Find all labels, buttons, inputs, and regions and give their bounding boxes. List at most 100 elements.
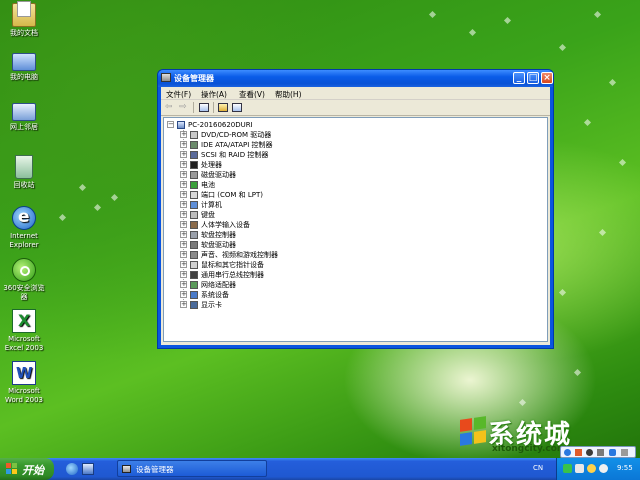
- show-desktop-icon[interactable]: [82, 463, 94, 475]
- computer-icon: [12, 53, 36, 71]
- toolbar-separator: [213, 102, 214, 113]
- network-icon[interactable]: [575, 464, 584, 473]
- expand-icon[interactable]: +: [180, 161, 187, 168]
- tree-item-label: 鼠标和其它指针设备: [201, 261, 264, 269]
- language-indicator[interactable]: CN: [533, 464, 543, 472]
- desktop-icon-network[interactable]: 网上邻居: [2, 103, 46, 132]
- start-button[interactable]: 开始: [0, 458, 54, 480]
- windows-flag-icon: [460, 416, 486, 446]
- excel-icon: [12, 309, 36, 333]
- maximize-button[interactable]: □: [527, 72, 539, 84]
- options-icon[interactable]: [621, 449, 628, 456]
- tree-item-label: 键盘: [201, 211, 215, 219]
- system-tray: 9:55: [556, 458, 640, 480]
- tree-item-label: 软盘控制器: [201, 231, 236, 239]
- properties-icon[interactable]: [232, 103, 242, 112]
- tree-item-label: IDE ATA/ATAPI 控制器: [201, 141, 273, 149]
- scsi-controller-icon: [190, 151, 198, 159]
- tree-item-label: 系统设备: [201, 291, 229, 299]
- desktop-icon-my-documents[interactable]: 我的文档: [2, 1, 46, 38]
- word-icon: [12, 361, 36, 385]
- expand-icon[interactable]: +: [180, 141, 187, 148]
- hid-icon: [190, 221, 198, 229]
- desktop-icon-recycle-bin[interactable]: 回收站: [2, 155, 46, 190]
- punctuation-icon[interactable]: [586, 449, 593, 456]
- port-icon: [190, 191, 198, 199]
- desktop-icon-excel[interactable]: Microsoft Excel 2003: [2, 309, 46, 353]
- collapse-icon[interactable]: −: [167, 121, 174, 128]
- close-button[interactable]: ×: [541, 72, 553, 84]
- start-label: 开始: [22, 464, 44, 477]
- expand-icon[interactable]: +: [180, 201, 187, 208]
- back-arrow-icon[interactable]: ⇦: [165, 103, 175, 112]
- desktop-icon-label: 我的文档: [10, 29, 38, 37]
- input-method-icon[interactable]: [564, 449, 571, 456]
- quick-launch-ie-icon[interactable]: [66, 463, 78, 475]
- expand-icon[interactable]: +: [180, 171, 187, 178]
- desktop-icon-label: 我的电脑: [10, 73, 38, 81]
- window-client-area: 文件(F) 操作(A) 查看(V) 帮助(H) ⇦ ⇨ − PC-2016062…: [161, 87, 550, 345]
- tree-item-label: 计算机: [201, 201, 222, 209]
- minimize-button[interactable]: _: [513, 72, 525, 84]
- expand-icon[interactable]: +: [180, 131, 187, 138]
- desktop-icon-360-browser[interactable]: 360安全浏览 器: [2, 258, 46, 302]
- desktop-icon-word[interactable]: Microsoft Word 2003: [2, 361, 46, 405]
- desktop-icon-label: 回收站: [13, 181, 35, 189]
- expand-icon[interactable]: +: [180, 251, 187, 258]
- desktop-icon-label: Internet Explorer: [9, 232, 39, 249]
- expand-icon[interactable]: +: [180, 191, 187, 198]
- show-hide-console-tree-icon[interactable]: [199, 103, 209, 112]
- forward-arrow-icon[interactable]: ⇨: [179, 103, 189, 112]
- clock[interactable]: 9:55: [617, 464, 633, 472]
- keyboard-icon[interactable]: [597, 449, 604, 456]
- taskbar-button-device-manager[interactable]: 设备管理器: [117, 460, 267, 477]
- mouse-icon: [190, 261, 198, 269]
- expand-icon[interactable]: +: [180, 281, 187, 288]
- internet-explorer-icon: [12, 206, 36, 230]
- floppy-drive-icon: [190, 241, 198, 249]
- 360-browser-icon: [12, 258, 36, 282]
- expand-icon[interactable]: +: [180, 151, 187, 158]
- sound-icon: [190, 251, 198, 259]
- volume-icon[interactable]: [587, 464, 596, 473]
- help-icon[interactable]: [609, 449, 616, 456]
- tree-item-label: 磁盘驱动器: [201, 171, 236, 179]
- expand-icon[interactable]: +: [180, 271, 187, 278]
- expand-icon[interactable]: +: [180, 241, 187, 248]
- menu-bar: 文件(F) 操作(A) 查看(V) 帮助(H): [161, 87, 550, 100]
- expand-icon[interactable]: +: [180, 261, 187, 268]
- chinese-mode-icon[interactable]: [575, 449, 582, 456]
- menu-view[interactable]: 查看(V): [239, 89, 265, 100]
- menu-help[interactable]: 帮助(H): [275, 89, 302, 100]
- system-device-icon: [190, 291, 198, 299]
- shield-icon[interactable]: [599, 464, 608, 473]
- keyboard-icon: [190, 211, 198, 219]
- title-bar[interactable]: 设备管理器 _ □ ×: [158, 70, 553, 87]
- tree-root-label: PC-20160620DURI: [188, 121, 253, 129]
- device-tree: − PC-20160620DURI + DVD/CD-ROM 驱动器 + IDE AT…: [163, 117, 548, 342]
- security-icon[interactable]: [563, 464, 572, 473]
- expand-icon[interactable]: +: [180, 231, 187, 238]
- desktop-icon-label: Microsoft Excel 2003: [4, 335, 44, 352]
- dvd-drive-icon: [190, 131, 198, 139]
- tree-item-label: DVD/CD-ROM 驱动器: [201, 131, 272, 139]
- help-icon[interactable]: [218, 103, 228, 112]
- tree-item-label: SCSI 和 RAID 控制器: [201, 151, 269, 159]
- folder-icon: [12, 1, 36, 27]
- expand-icon[interactable]: +: [180, 221, 187, 228]
- language-bar[interactable]: [560, 446, 636, 458]
- menu-file[interactable]: 文件(F): [166, 89, 191, 100]
- desktop-icon-my-computer[interactable]: 我的电脑: [2, 53, 46, 82]
- tree-item-label: 人体学输入设备: [201, 221, 250, 229]
- desktop-icon-label: Microsoft Word 2003: [4, 387, 44, 404]
- usb-icon: [190, 271, 198, 279]
- expand-icon[interactable]: +: [180, 291, 187, 298]
- expand-icon[interactable]: +: [180, 211, 187, 218]
- windows-logo-icon: [6, 463, 18, 475]
- desktop-icon-internet-explorer[interactable]: Internet Explorer: [2, 206, 46, 250]
- expand-icon[interactable]: +: [180, 301, 187, 308]
- expand-icon[interactable]: +: [180, 181, 187, 188]
- menu-action[interactable]: 操作(A): [201, 89, 227, 100]
- processor-icon: [190, 161, 198, 169]
- device-manager-icon: [161, 73, 171, 82]
